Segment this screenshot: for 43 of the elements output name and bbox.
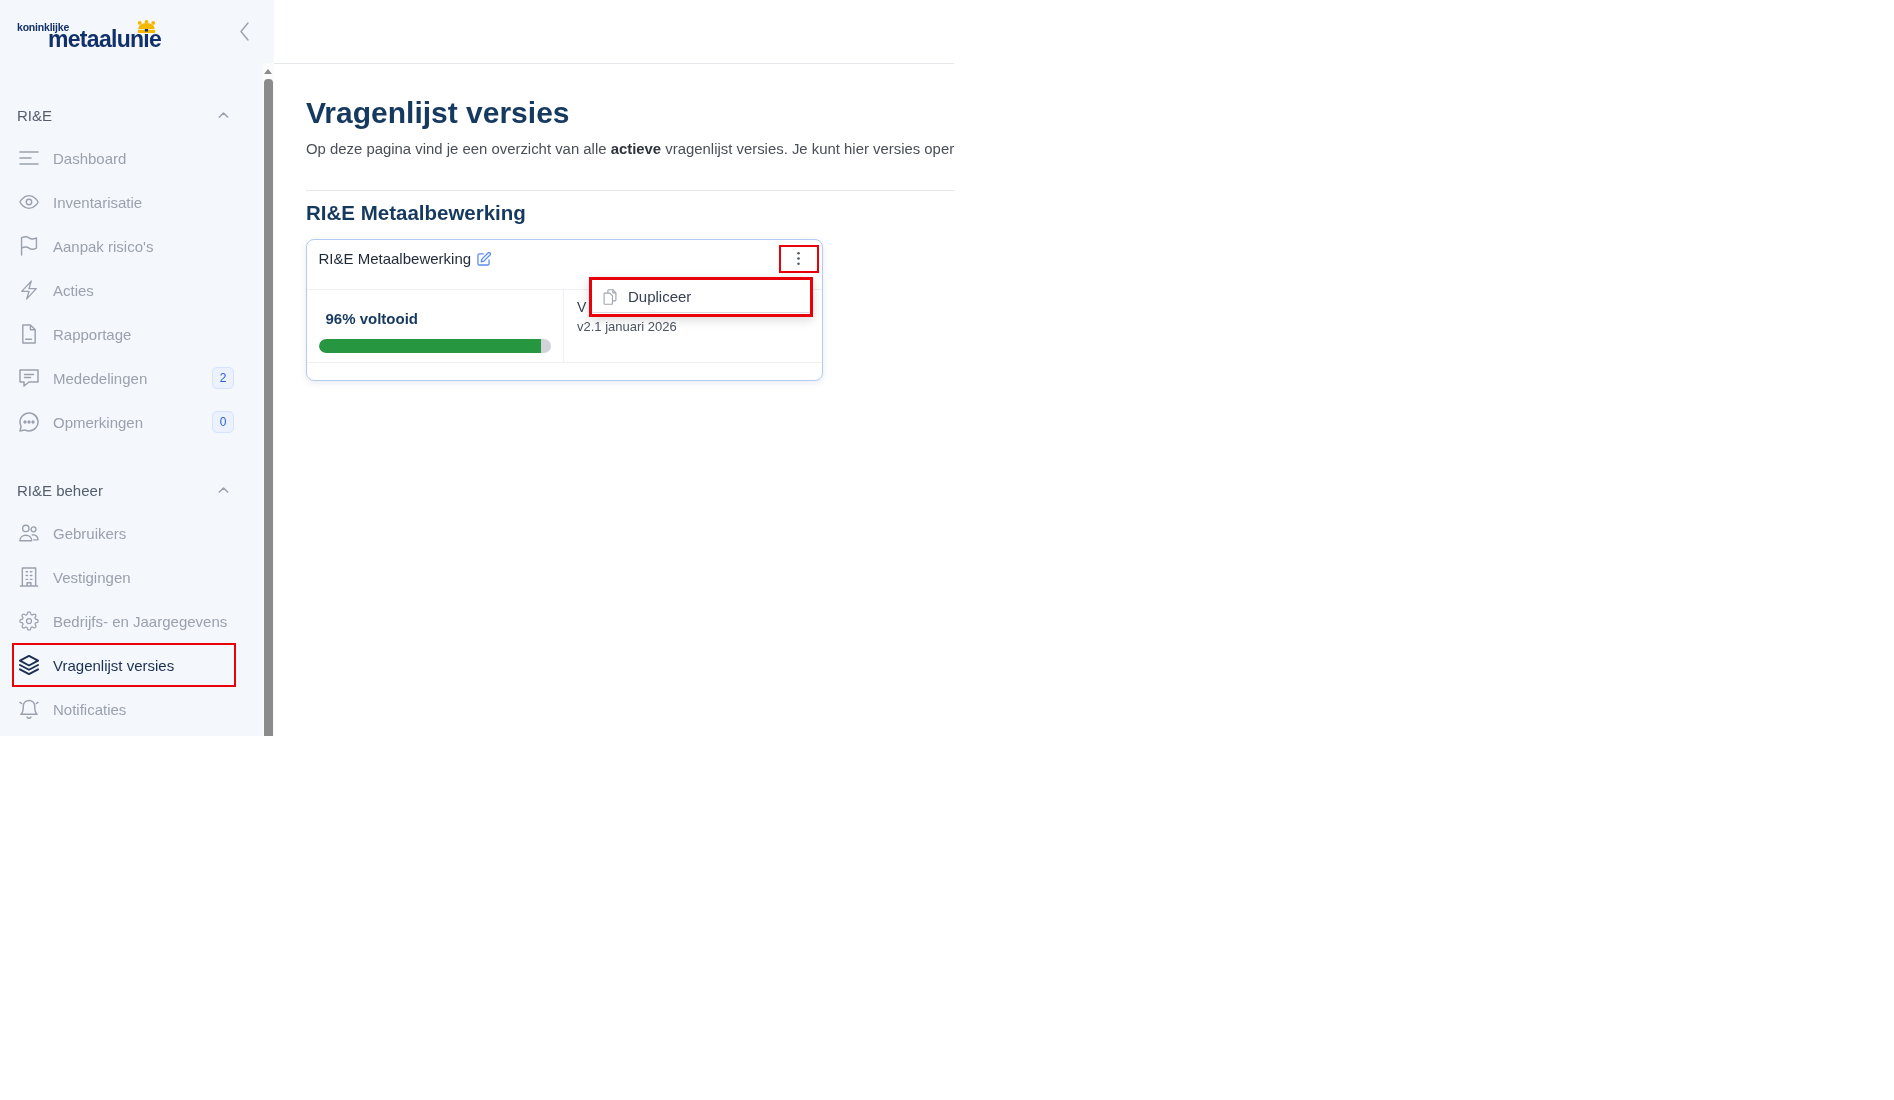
nav-item[interactable]: Gebruikers [12,511,236,555]
nav-item[interactable]: Vragenlijst versies [12,643,236,687]
progress-label: 96% voltooid [325,310,418,328]
layers-icon [19,655,39,675]
nav-item[interactable]: Mededelingen 2 [12,356,236,400]
nav-section-header[interactable]: RI&E beheer [12,478,236,502]
text-lines-icon [19,148,39,168]
nav-item[interactable]: Vestigingen [12,555,236,599]
nav-item[interactable]: Opmerkingen 0 [12,400,236,444]
group-title: RI&E Metaalbewerking [306,201,527,225]
card-title: RI&E Metaalbewerking [318,250,472,267]
nav-section-header[interactable]: RI&E [12,103,236,127]
flag-icon [19,236,39,256]
nav-item[interactable]: Notificaties [12,687,236,731]
nav-item[interactable]: Rapportage [12,312,236,356]
count-badge: 0 [212,411,234,433]
page-title: Vragenlijst versies [306,95,571,131]
count-badge: 2 [212,367,234,389]
building-icon [19,567,39,587]
chat-dots-icon [19,412,39,432]
vertical-dots-icon [797,252,800,265]
nav-item[interactable]: Inventarisatie [12,180,236,224]
nav-item[interactable]: Dashboard [12,136,236,180]
scroll-up-icon[interactable] [264,69,272,74]
lightning-icon [19,280,39,300]
copy-icon [602,288,618,305]
edit-icon[interactable] [477,251,492,266]
more-options-button[interactable] [778,244,819,273]
version-date: v2.1 januari 2026 [577,319,677,335]
nav-item[interactable]: Bedrijfs- en Jaargegevens [12,599,236,643]
document-icon [19,324,39,344]
users-icon [19,523,39,543]
nav-item[interactable]: Aanpak risico's [12,224,236,268]
duplicate-menu-item[interactable]: Dupliceer [592,281,810,313]
version-label: V [577,298,587,316]
chevron-left-icon [240,21,249,41]
bell-icon [19,699,39,719]
settings-icon [19,611,39,631]
nav-item[interactable]: Acties [12,268,236,312]
scrollbar-thumb[interactable] [263,79,273,736]
page-description: Op deze pagina vind je een overzicht van alle actieve vragenlijst versies. Je kunt hier versies oper [306,140,955,159]
eye-icon [19,192,39,212]
message-icon [19,368,39,388]
